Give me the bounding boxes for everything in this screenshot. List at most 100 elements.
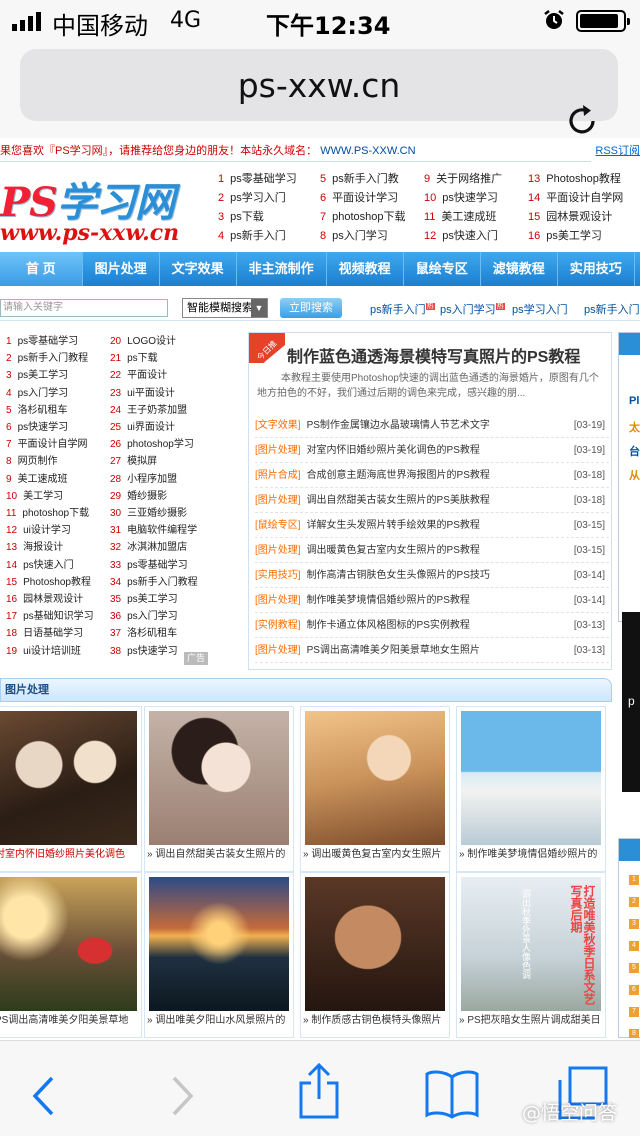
top-link[interactable]: 8 ps入门学习: [320, 227, 388, 243]
thumbnail-image[interactable]: [305, 711, 445, 845]
keyword-item[interactable]: 9 美工速成班: [6, 470, 68, 485]
keyword-item[interactable]: 14 ps快速入门: [6, 556, 74, 571]
hot-tag[interactable]: ps新手入门教: [584, 301, 640, 317]
news-row[interactable]: [图片处理] 调出暖黄色复古室内女生照片的PS教程 [03-15]: [255, 538, 609, 563]
news-title[interactable]: 制作高清古铜肤色女生头像照片的PS技巧: [307, 570, 490, 581]
top-link[interactable]: 7 photoshop下载: [320, 208, 406, 224]
keyword-item[interactable]: 21 ps下载: [110, 349, 158, 364]
thumbnail-card[interactable]: » 制作质感古铜色模特头像照片: [300, 872, 450, 1038]
thumbnail-card[interactable]: 对室内怀旧婚纱照片美化调色: [0, 706, 142, 872]
thumbnail-image[interactable]: [0, 877, 137, 1011]
news-category[interactable]: [鼠绘专区]: [255, 520, 301, 531]
keyword-item[interactable]: 8 网页制作: [6, 452, 58, 467]
bookmarks-icon[interactable]: [424, 1069, 480, 1119]
news-title[interactable]: 调出暖黄色复古室内女生照片的PS教程: [307, 545, 480, 556]
keyword-item[interactable]: 33 ps零基础学习: [110, 556, 188, 571]
keyword-item[interactable]: 11 photoshop下载: [6, 504, 89, 519]
sidebar-line[interactable]: 台: [629, 443, 640, 459]
thumbnail-image[interactable]: [461, 711, 601, 845]
thumbnail-caption[interactable]: » 调出暖黄色复古室内女生照片: [303, 847, 449, 863]
news-title[interactable]: 合成创意主题海底世界海报图片的PS教程: [307, 470, 490, 481]
top-link[interactable]: 11 美工速成班: [424, 208, 496, 224]
back-icon[interactable]: [30, 1075, 58, 1117]
keyword-item[interactable]: 38 ps快速学习: [110, 642, 178, 657]
thumbnail-card[interactable]: » 调出自然甜美古装女生照片的: [144, 706, 294, 872]
thumbnail-image[interactable]: [149, 711, 289, 845]
top-link[interactable]: 5 ps新手入门教: [320, 170, 399, 186]
keyword-item[interactable]: 27 模拟屏: [110, 452, 157, 467]
top-link[interactable]: 1 ps零基础学习: [218, 170, 297, 186]
rss-link[interactable]: RSS订阅: [591, 140, 640, 162]
top-link[interactable]: 2 ps学习入门: [218, 189, 286, 205]
news-row[interactable]: [图片处理] 调出自然甜美古装女生照片的PS美肤教程 [03-18]: [255, 488, 609, 513]
keyword-item[interactable]: 13 海报设计: [6, 538, 63, 553]
keyword-item[interactable]: 1 ps零基础学习: [6, 332, 78, 347]
news-category[interactable]: [照片合成]: [255, 470, 301, 481]
news-category[interactable]: [实例教程]: [255, 620, 301, 631]
news-title[interactable]: 详解女生头发照片转手绘效果的PS教程: [307, 520, 480, 531]
news-title[interactable]: 对室内怀旧婚纱照片美化调色的PS教程: [307, 445, 480, 456]
keyword-item[interactable]: 37 洛杉矶租车: [110, 624, 177, 639]
nav-item[interactable]: 视频教程: [327, 252, 404, 286]
nav-home[interactable]: 首 页: [0, 252, 83, 286]
thumbnail-card[interactable]: » 制作唯美梦境情侣婚纱照片的: [456, 706, 606, 872]
news-category[interactable]: [图片处理]: [255, 445, 301, 456]
news-title[interactable]: 制作卡通立体风格图标的PS实例教程: [307, 620, 470, 631]
keyword-item[interactable]: 32 冰淇淋加盟店: [110, 538, 187, 553]
share-icon[interactable]: [296, 1063, 342, 1121]
thumbnail-caption[interactable]: » 调出自然甜美古装女生照片的: [147, 847, 293, 863]
news-row[interactable]: [图片处理] 对室内怀旧婚纱照片美化调色的PS教程 [03-19]: [255, 438, 609, 463]
top-link[interactable]: 10 ps快速学习: [424, 189, 498, 205]
news-row[interactable]: [鼠绘专区] 详解女生头发照片转手绘效果的PS教程 [03-15]: [255, 513, 609, 538]
thumbnail-caption[interactable]: » 制作质感古铜色模特头像照片: [303, 1013, 449, 1029]
news-category[interactable]: [文字效果]: [255, 420, 301, 431]
top-link[interactable]: 12 ps快速入门: [424, 227, 498, 243]
hot-tag[interactable]: ps学习入门: [512, 301, 568, 317]
keyword-item[interactable]: 29 婚纱摄影: [110, 487, 167, 502]
top-link[interactable]: 9 关于网络推广: [424, 170, 502, 186]
keyword-item[interactable]: 5 洛杉矶租车: [6, 401, 68, 416]
keyword-item[interactable]: 16 园林景观设计: [6, 590, 83, 605]
keyword-item[interactable]: 26 photoshop学习: [110, 435, 194, 450]
search-mode-select[interactable]: 智能模糊搜索 ▼: [182, 298, 268, 318]
thumbnail-caption[interactable]: PS调出高清唯美夕阳美景草地: [0, 1013, 141, 1029]
thumbnail-image[interactable]: [0, 711, 137, 845]
news-title[interactable]: 调出自然甜美古装女生照片的PS美肤教程: [307, 495, 490, 506]
top-link[interactable]: 15 园林景观设计: [528, 208, 612, 224]
reload-icon[interactable]: [566, 104, 600, 138]
site-logo[interactable]: PS学习网 www.ps-xxw.cn: [0, 168, 200, 246]
top-link[interactable]: 3 ps下载: [218, 208, 264, 224]
keyword-item[interactable]: 22 平面设计: [110, 366, 167, 381]
address-bar[interactable]: ps-xxw.cn: [20, 49, 618, 121]
forward-icon[interactable]: [168, 1075, 196, 1117]
thumbnail-caption[interactable]: » 调出唯美夕阳山水风景照片的: [147, 1013, 293, 1029]
news-row[interactable]: [照片合成] 合成创意主题海底世界海报图片的PS教程 [03-18]: [255, 463, 609, 488]
keyword-item[interactable]: 12 ui设计学习: [6, 521, 71, 536]
keyword-item[interactable]: 30 三亚婚纱摄影: [110, 504, 187, 519]
news-category[interactable]: [图片处理]: [255, 595, 301, 606]
keyword-item[interactable]: 2 ps新手入门教程: [6, 349, 88, 364]
keyword-item[interactable]: 7 平面设计自学网: [6, 435, 88, 450]
news-title[interactable]: 制作唯美梦境情侣婚纱照片的PS教程: [307, 595, 470, 606]
hot-tag[interactable]: ps入门学习热: [440, 301, 505, 317]
sidebar-line[interactable]: 从: [629, 467, 640, 483]
news-row[interactable]: [实例教程] 制作卡通立体风格图标的PS实例教程 [03-13]: [255, 613, 609, 638]
keyword-item[interactable]: 17 ps基础知识学习: [6, 607, 94, 622]
news-title[interactable]: PS制作金属镶边水晶玻璃情人节艺术文字: [307, 420, 490, 431]
nav-item[interactable]: 实例教: [635, 252, 640, 286]
top-link[interactable]: 6 平面设计学习: [320, 189, 398, 205]
right-banner-image[interactable]: p: [622, 612, 640, 792]
keyword-item[interactable]: 4 ps入门学习: [6, 384, 68, 399]
nav-item[interactable]: 图片处理: [83, 252, 160, 286]
nav-item[interactable]: 非主流制作: [237, 252, 327, 286]
thumbnail-caption[interactable]: » PS把灰暗女生照片调成甜美日: [459, 1013, 605, 1029]
featured-title[interactable]: 制作蓝色通透海景模特写真照片的PS教程: [287, 343, 580, 367]
top-link[interactable]: 16 ps美工学习: [528, 227, 602, 243]
nav-item[interactable]: 滤镜教程: [481, 252, 558, 286]
hot-tag[interactable]: ps新手入门热: [370, 301, 435, 317]
keyword-item[interactable]: 19 ui设计培训班: [6, 642, 81, 657]
nav-item[interactable]: 文字效果: [160, 252, 237, 286]
thumbnail-card[interactable]: » 调出唯美夕阳山水风景照片的: [144, 872, 294, 1038]
nav-item[interactable]: 实用技巧: [558, 252, 635, 286]
news-row[interactable]: [图片处理] 制作唯美梦境情侣婚纱照片的PS教程 [03-14]: [255, 588, 609, 613]
